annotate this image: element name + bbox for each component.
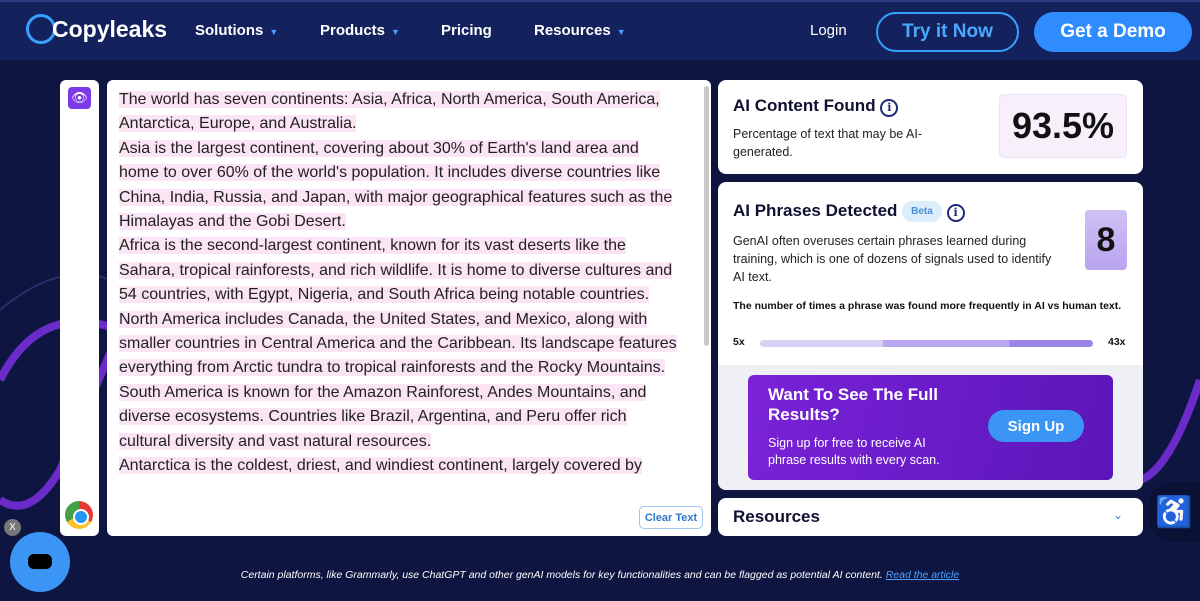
nav-solutions[interactable]: Solutions ▼ <box>195 22 278 39</box>
footer-note: Certain platforms, like Grammarly, use C… <box>0 569 1200 581</box>
read-article-link[interactable]: Read the article <box>886 569 960 581</box>
frequency-scale-bar <box>760 340 1093 347</box>
ai-content-desc: Percentage of text that may be AI-genera… <box>733 127 922 159</box>
top-nav: Copyleaks Solutions ▼ Products ▼ Pricing R… <box>0 0 1200 60</box>
ai-content-title: AI Content Found <box>733 96 876 115</box>
sign-up-button[interactable]: Sign Up <box>988 410 1084 442</box>
nav-label: Resources <box>534 22 611 39</box>
nav-label: Pricing <box>441 22 492 39</box>
resources-accordion[interactable]: Resources ⌄ <box>718 498 1143 536</box>
scale-max: 43x <box>1108 336 1126 348</box>
ai-phrases-title: AI Phrases Detected <box>733 201 898 220</box>
paragraph: South America is known for the Amazon Ra… <box>119 383 647 450</box>
accessibility-icon[interactable]: ♿ <box>1148 482 1200 542</box>
scrollbar[interactable] <box>704 86 709 346</box>
signup-promo: Want To See The Full Results? Sign up fo… <box>748 375 1113 480</box>
info-icon[interactable]: i <box>880 98 899 117</box>
paragraph: North America includes Canada, the Unite… <box>119 310 677 377</box>
nav-pricing[interactable]: Pricing <box>441 22 492 39</box>
info-icon[interactable]: i <box>946 203 965 222</box>
close-chat-button[interactable]: X <box>4 519 21 536</box>
chrome-icon[interactable] <box>65 501 93 529</box>
paragraph: Africa is the second-largest continent, … <box>119 237 673 304</box>
resources-label: Resources <box>733 507 820 526</box>
paragraph: Asia is the largest continent, covering … <box>119 139 673 231</box>
ai-phrases-count: 8 <box>1085 210 1127 270</box>
ai-content-percentage: 93.5% <box>999 94 1127 158</box>
nav-label: Products <box>320 22 386 39</box>
promo-title: Want To See The Full Results? <box>768 385 938 424</box>
chevron-down-icon: ⌄ <box>1113 508 1124 522</box>
chevron-down-icon: ▼ <box>616 27 626 37</box>
eye-icon[interactable]: 👁 <box>68 87 91 109</box>
chevron-down-icon: ▼ <box>269 27 279 37</box>
ai-phrases-card: AI Phrases Detected Beta i GenAI often o… <box>718 182 1143 490</box>
editor-text[interactable]: The world has seven continents: Asia, Af… <box>119 88 679 479</box>
paragraph: The world has seven continents: Asia, Af… <box>119 91 660 133</box>
nav-resources[interactable]: Resources ▼ <box>534 22 626 39</box>
promo-desc: Sign up for free to receive AI phrase re… <box>768 436 940 467</box>
text-editor[interactable]: The world has seven continents: Asia, Af… <box>107 80 711 536</box>
nav-products[interactable]: Products ▼ <box>320 22 400 39</box>
clear-text-button[interactable]: Clear Text <box>639 506 703 529</box>
ai-phrases-desc: GenAI often overuses certain phrases lea… <box>733 234 1052 284</box>
chat-bubble-icon[interactable] <box>10 532 70 592</box>
chevron-down-icon: ▼ <box>391 27 400 37</box>
get-demo-button[interactable]: Get a Demo <box>1034 12 1192 52</box>
try-it-now-button[interactable]: Try it Now <box>876 12 1019 52</box>
ai-content-card: AI Content Found i Percentage of text th… <box>718 80 1143 174</box>
copyleaks-logo[interactable]: Copyleaks <box>26 14 167 44</box>
nav-label: Solutions <box>195 22 264 39</box>
scale-min: 5x <box>733 336 745 348</box>
login-link[interactable]: Login <box>810 22 847 39</box>
scale-label: The number of times a phrase was found m… <box>733 300 1122 312</box>
beta-badge: Beta <box>902 201 942 223</box>
footer-text: Certain platforms, like Grammarly, use C… <box>240 569 883 581</box>
paragraph: Antarctica is the coldest, driest, and w… <box>119 457 642 475</box>
tool-strip: 👁 <box>60 80 99 536</box>
logo-text: Copyleaks <box>52 15 168 42</box>
